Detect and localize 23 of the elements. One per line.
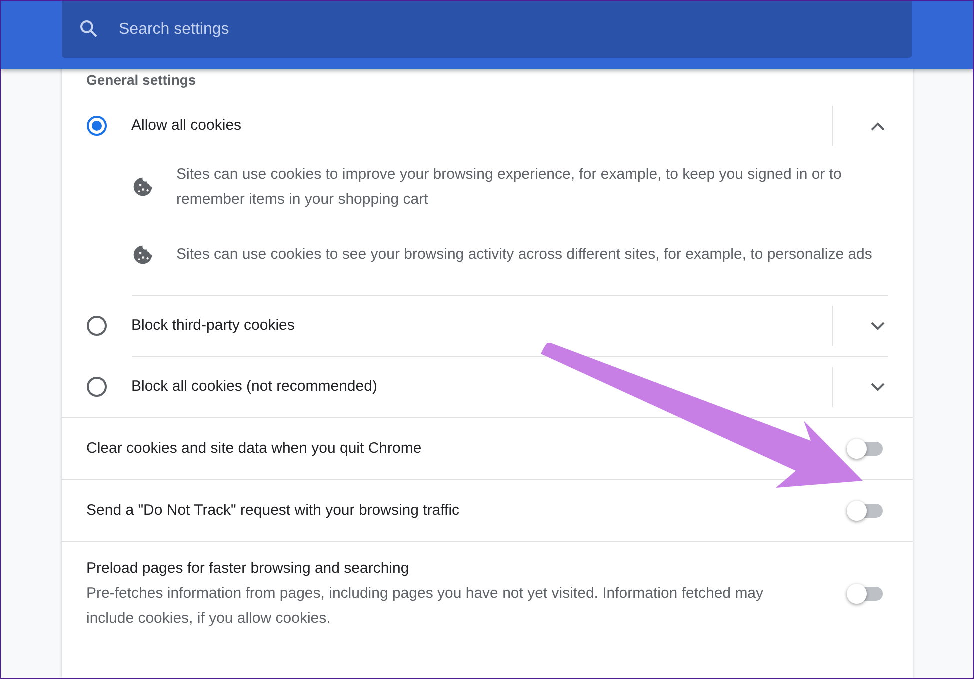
toggle-switch[interactable] [846,500,884,520]
radio-button[interactable] [86,316,106,336]
search-icon [79,19,99,39]
cookie-icon [132,244,154,266]
radio-button[interactable] [86,377,106,397]
setting-label: Preload pages for faster browsing and searching [86,559,410,579]
setting-label: Send a "Do Not Track" request with your browsing traffic [86,501,461,521]
toggle-switch[interactable] [846,584,884,604]
setting-description: Pre-fetches information from pages, including pages you have not yet visited. Information fetched may include cookies, if you allow cookies. [86,584,765,629]
option-label[interactable]: Allow all cookies [132,114,832,138]
search-field[interactable]: Search settings [62,1,912,58]
option-description: Sites can use cookies to improve your browsing experience, for example, to keep you signed in or to remember items in your shopping cart [176,165,843,210]
chevron-down-icon[interactable] [870,322,884,330]
chevron-up-icon[interactable] [870,122,884,130]
option-label[interactable]: Block all cookies (not recommended) [132,376,832,398]
section-title: General settings [86,72,196,88]
cookie-icon [132,176,154,198]
chevron-down-icon[interactable] [870,382,884,392]
setting-label: Clear cookies and site data when you quit Chrome [86,439,423,459]
radio-button[interactable] [86,116,106,136]
option-description: Sites can use cookies to see your browsing activity across different sites, for example, to personalize ads [176,245,874,265]
option-label[interactable]: Block third-party cookies [132,314,832,338]
toggle-switch[interactable] [846,438,884,458]
